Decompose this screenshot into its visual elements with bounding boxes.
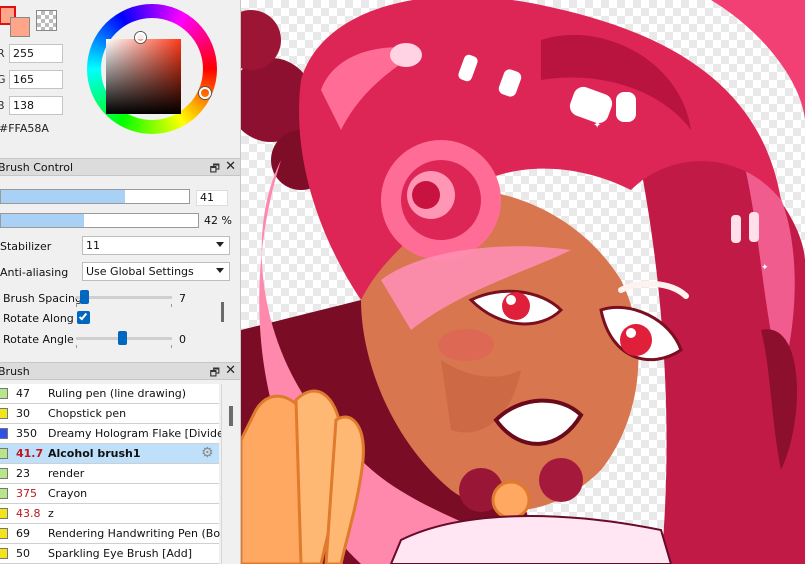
antialias-value: Use Global Settings [86,265,194,278]
gear-icon[interactable]: ⚙ [201,445,214,461]
brush-list-scrollbar-thumb[interactable] [229,406,233,426]
brush-size: 69 [16,527,30,540]
brush-control-scrollbar-thumb[interactable] [221,302,224,322]
blue-input[interactable]: 138 [9,96,63,115]
brush-control-title: Brush Control [0,161,74,174]
brush-size-slider[interactable] [0,189,190,204]
stabilizer-value: 11 [86,239,100,252]
brush-color-chip [0,408,8,419]
rotate-along-label: Rotate Along [3,312,74,325]
rotate-angle-value: 0 [179,333,186,346]
brush-list-scrollbar[interactable] [221,384,240,564]
brush-size: 41.7 [16,447,44,460]
artwork: ✦ ✦ ✦ [241,0,805,564]
red-label: R [0,47,5,60]
rotate-angle-thumb[interactable] [118,331,127,345]
brush-spacing-thumb[interactable] [80,290,89,304]
brush-name: Alcohol brush1 [48,447,141,460]
sv-marker[interactable] [135,32,146,43]
hue-marker[interactable] [199,87,211,99]
brush-panel-title: Brush [0,365,30,378]
brush-size: 30 [16,407,30,420]
hue-wheel[interactable] [87,4,217,134]
close-icon[interactable]: ✕ [225,159,236,174]
green-input[interactable]: 165 [9,70,63,89]
brush-item[interactable]: 69 Rendering Handwriting Pen (Bold [0,524,230,544]
brush-size: 23 [16,467,30,480]
brush-size: 375 [16,487,37,500]
brush-opacity-value: 42 % [204,214,232,227]
chevron-down-icon [216,242,224,247]
brush-panel-header: Brush 🗗 ✕ [0,362,240,383]
brush-color-chip [0,448,8,459]
rotate-along-checkbox[interactable] [77,311,90,324]
brush-color-chip [0,468,8,479]
color-panel: R 255 G 165 B 138 #FFA58A [0,0,240,160]
brush-size: 43.8 [16,507,41,520]
brush-size-value[interactable]: 41 [196,190,228,206]
brush-item[interactable]: 375 Crayon [0,484,219,504]
transparent-color-swatch[interactable] [36,10,57,31]
float-panel-icon[interactable]: 🗗 [210,364,220,383]
svg-text:✦: ✦ [761,263,769,273]
brush-name: render [48,467,85,480]
svg-text:✦: ✦ [531,178,538,187]
brush-spacing-label: Brush Spacing [3,292,83,305]
brush-item[interactable]: 47 Ruling pen (line drawing) [0,384,219,404]
brush-item[interactable]: 43.8 z [0,504,219,524]
antialias-dropdown[interactable]: Use Global Settings [82,262,230,281]
brush-color-chip [0,528,8,539]
brush-control-header: Brush Control 🗗 ✕ [0,158,240,179]
side-panel: R 255 G 165 B 138 #FFA58A Brush Control … [0,0,241,564]
close-icon[interactable]: ✕ [225,363,236,378]
brush-item[interactable]: 30 Chopstick pen [0,404,219,424]
brush-color-chip [0,428,8,439]
brush-color-chip [0,508,8,519]
brush-color-chip [0,388,8,399]
brush-name: z [48,507,54,520]
brush-name: Ruling pen (line drawing) [48,387,187,400]
brush-name: Sparkling Eye Brush [Add] [48,547,193,560]
stabilizer-dropdown[interactable]: 11 [82,236,230,255]
rotate-angle-label: Rotate Angle [3,333,74,346]
chevron-down-icon [216,268,224,273]
brush-item[interactable]: 23 render [0,464,219,484]
brush-list: 47 Ruling pen (line drawing) 30 Chopstick p… [0,384,230,564]
brush-color-chip [0,548,8,559]
red-input[interactable]: 255 [9,44,63,63]
green-label: G [0,73,6,86]
stabilizer-label: Stabilizer [0,240,52,253]
hex-value[interactable]: #FFA58A [0,122,49,135]
brush-size: 350 [16,427,37,440]
brush-name: Chopstick pen [48,407,127,420]
brush-size-fill [1,190,126,203]
brush-name: Rendering Handwriting Pen (Bold [48,527,231,540]
brush-control-scrollbar[interactable] [217,287,231,351]
brush-spacing-slider[interactable] [76,290,172,307]
brush-opacity-slider[interactable] [0,213,199,228]
float-panel-icon[interactable]: 🗗 [210,160,220,179]
brush-color-chip [0,488,8,499]
brush-item[interactable]: 41.7 Alcohol brush1 ⚙ [0,444,219,464]
drawing-canvas[interactable]: ✦ ✦ ✦ [241,0,805,564]
brush-item[interactable]: 50 Sparkling Eye Brush [Add] [0,544,219,564]
sub-color-swatch[interactable] [10,17,30,37]
brush-name: Crayon [48,487,88,500]
svg-text:✦: ✦ [593,120,601,131]
brush-item[interactable]: 350 Dreamy Hologram Flake [Divide] [0,424,228,444]
antialias-label: Anti-aliasing [0,266,69,279]
brush-name: Dreamy Hologram Flake [Divide] [48,427,229,440]
brush-size: 47 [16,387,30,400]
brush-size: 50 [16,547,30,560]
brush-spacing-value: 7 [179,292,186,305]
rotate-angle-slider[interactable] [76,331,172,348]
brush-opacity-fill [1,214,84,227]
saturation-value-square[interactable] [106,39,181,114]
blue-label: B [0,99,5,112]
